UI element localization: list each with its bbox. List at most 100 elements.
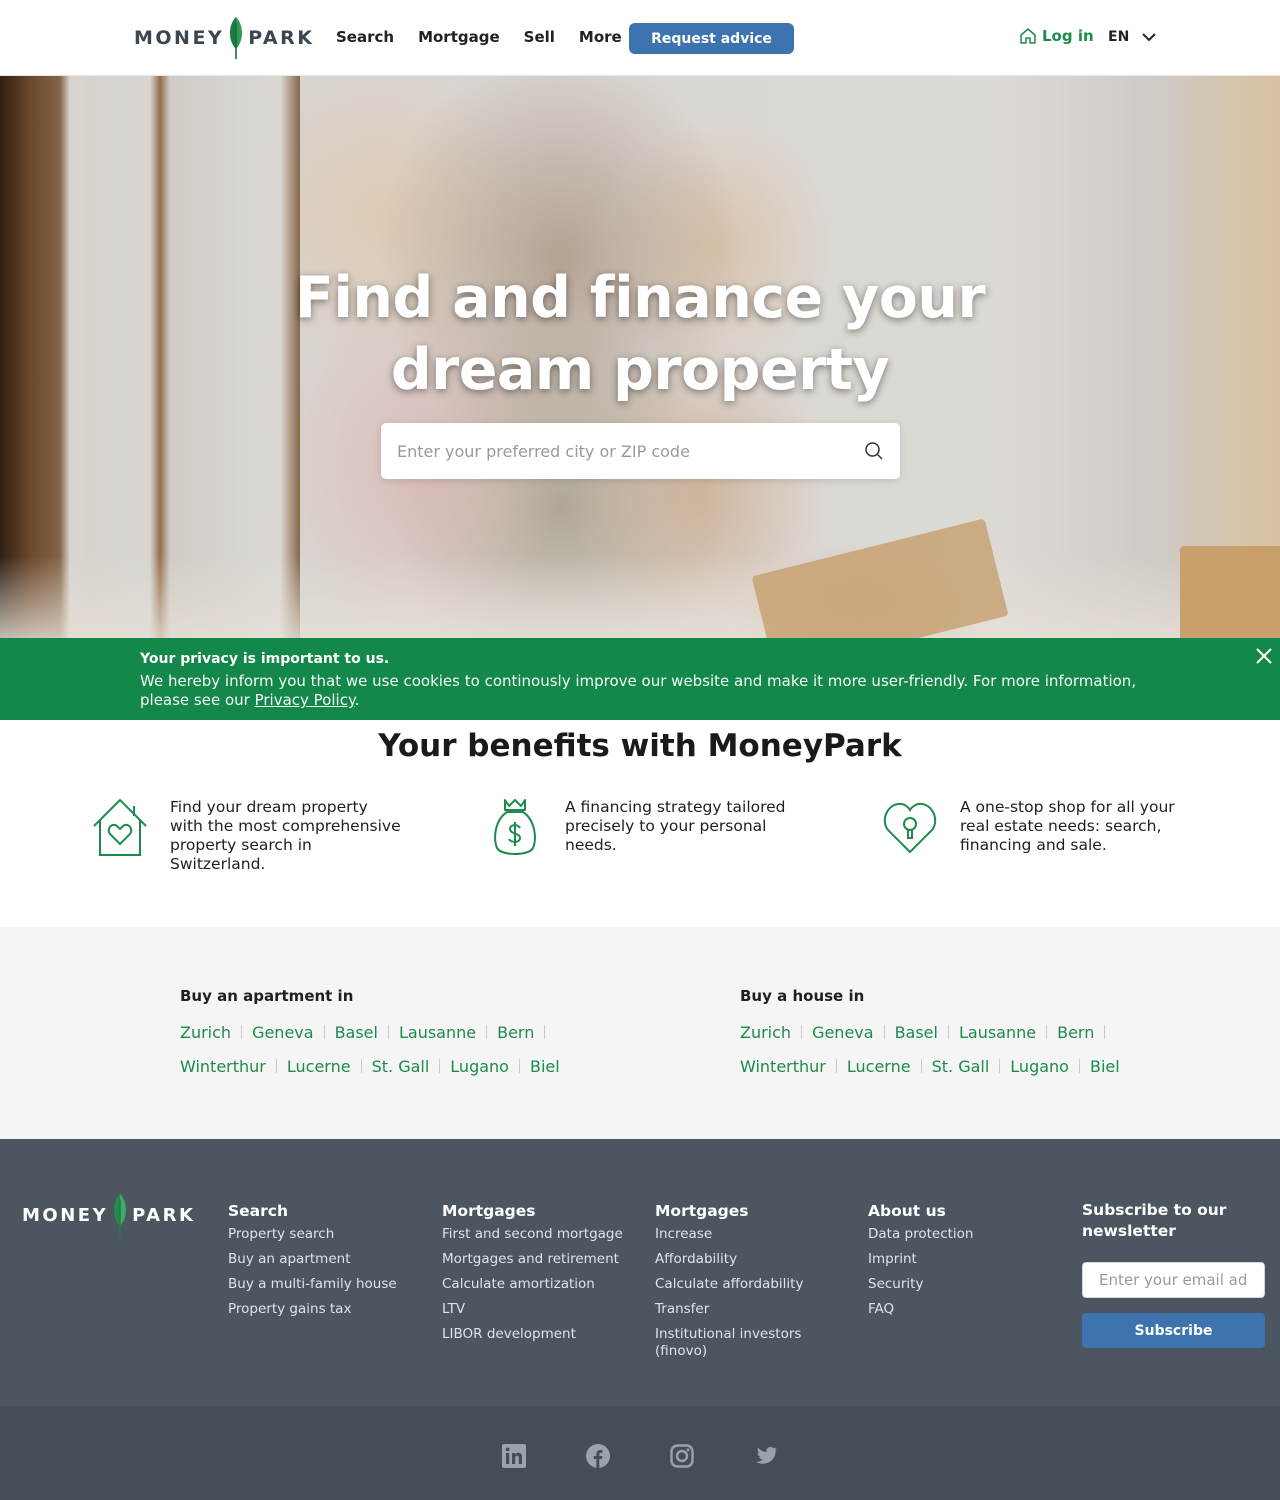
separator: [241, 1025, 243, 1039]
site-header: MONEY PARK Search Mortgage Sell More Req…: [0, 0, 1280, 76]
city-row: Winterthur Lucerne St. Gall Lugano Biel: [180, 1056, 560, 1076]
buy-apartment-column: Buy an apartment in Zurich Geneva Basel …: [180, 987, 560, 1090]
benefit-text: A financing strategy tailored precisely …: [565, 798, 786, 854]
city-link[interactable]: Lucerne: [287, 1057, 351, 1076]
city-link[interactable]: Bern: [1057, 1023, 1094, 1042]
city-link[interactable]: St. Gall: [932, 1057, 990, 1076]
city-link[interactable]: Lugano: [450, 1057, 509, 1076]
footer-link[interactable]: Buy a multi-family house: [228, 1276, 397, 1293]
hero-title-line2: dream property: [390, 337, 890, 403]
footer-logo[interactable]: MONEY PARK: [22, 1192, 195, 1238]
footer-link[interactable]: Calculate affordability: [655, 1276, 815, 1293]
benefit-item: A financing strategy tailored precisely …: [485, 798, 800, 858]
footer-link[interactable]: Imprint: [868, 1251, 974, 1268]
footer-column-title: Search: [228, 1202, 289, 1220]
city-link[interactable]: Winterthur: [180, 1057, 266, 1076]
footer-link[interactable]: Institutional investors (finovo): [655, 1326, 815, 1360]
nav-search[interactable]: Search: [336, 27, 394, 47]
city-link[interactable]: Winterthur: [740, 1057, 826, 1076]
city-link[interactable]: Bern: [497, 1023, 534, 1042]
cookie-end: .: [354, 691, 360, 709]
footer-link[interactable]: LTV: [442, 1301, 623, 1318]
city-link[interactable]: Lugano: [1010, 1057, 1069, 1076]
city-link[interactable]: Geneva: [252, 1023, 314, 1042]
language-label: EN: [1108, 29, 1130, 45]
buy-section: Buy an apartment in Zurich Geneva Basel …: [0, 927, 1280, 1139]
login-label: Log in: [1042, 27, 1094, 45]
facebook-icon[interactable]: [586, 1444, 610, 1468]
footer-column-title: Mortgages: [442, 1202, 536, 1220]
footer-link[interactable]: FAQ: [868, 1301, 974, 1318]
language-selector[interactable]: EN: [1108, 29, 1157, 45]
city-link[interactable]: Lausanne: [399, 1023, 476, 1042]
hero-section: Find and finance your dream property: [0, 76, 1280, 638]
cookie-text: We hereby inform you that we use cookies…: [140, 672, 1140, 710]
benefit-text: Find your dream property with the most c…: [170, 798, 401, 873]
request-advice-button[interactable]: Request advice: [629, 23, 794, 54]
separator: [544, 1025, 546, 1039]
search-button[interactable]: [848, 423, 900, 479]
separator: [439, 1059, 441, 1073]
separator: [947, 1025, 949, 1039]
instagram-icon[interactable]: [670, 1444, 694, 1468]
city-link[interactable]: Biel: [530, 1057, 560, 1076]
nav-mortgage[interactable]: Mortgage: [418, 27, 500, 47]
social-icons: [502, 1444, 778, 1468]
footer-link[interactable]: Increase: [655, 1226, 815, 1243]
separator: [1104, 1025, 1106, 1039]
footer-link[interactable]: Property gains tax: [228, 1301, 397, 1318]
hero-background-box-2: [1180, 546, 1280, 638]
footer-link[interactable]: Affordability: [655, 1251, 815, 1268]
city-link[interactable]: Basel: [335, 1023, 378, 1042]
twitter-icon[interactable]: [754, 1444, 778, 1468]
footer-link[interactable]: Buy an apartment: [228, 1251, 397, 1268]
footer-link[interactable]: Transfer: [655, 1301, 815, 1318]
city-link[interactable]: Zurich: [180, 1023, 231, 1042]
footer-link[interactable]: Data protection: [868, 1226, 974, 1243]
buy-apartment-title: Buy an apartment in: [180, 987, 354, 1005]
city-zip-input[interactable]: [381, 423, 848, 479]
nav-sell[interactable]: Sell: [524, 27, 555, 47]
city-link[interactable]: Lucerne: [847, 1057, 911, 1076]
separator: [883, 1025, 885, 1039]
newsletter-email-input[interactable]: [1082, 1262, 1265, 1298]
city-link[interactable]: Basel: [895, 1023, 938, 1042]
buy-house-title: Buy a house in: [740, 987, 865, 1005]
footer-link[interactable]: First and second mortgage: [442, 1226, 623, 1243]
separator: [387, 1025, 389, 1039]
leaf-icon: [114, 1194, 127, 1236]
city-row: Zurich Geneva Basel Lausanne Bern: [740, 1022, 1120, 1042]
footer-column-search: Search Property search Buy an apartment …: [228, 1202, 397, 1326]
separator: [801, 1025, 803, 1039]
city-link[interactable]: Lausanne: [959, 1023, 1036, 1042]
footer-link[interactable]: Property search: [228, 1226, 397, 1243]
nav-more[interactable]: More: [579, 27, 622, 47]
house-heart-icon: [93, 799, 147, 856]
login-link[interactable]: Log in: [1019, 27, 1094, 45]
separator: [323, 1025, 325, 1039]
separator: [920, 1059, 922, 1073]
linkedin-icon[interactable]: [502, 1444, 526, 1468]
separator: [486, 1025, 488, 1039]
footer-column-title: Mortgages: [655, 1202, 749, 1220]
privacy-policy-link[interactable]: Privacy Policy: [255, 691, 355, 709]
footer-link[interactable]: Mortgages and retirement: [442, 1251, 623, 1268]
benefit-item: A one-stop shop for all your real estate…: [880, 798, 1195, 858]
money-bag-icon: [494, 799, 536, 855]
city-link[interactable]: Biel: [1090, 1057, 1120, 1076]
moneypark-logo[interactable]: MONEY PARK: [134, 15, 314, 61]
subscribe-button[interactable]: Subscribe: [1082, 1313, 1265, 1348]
separator: [518, 1059, 520, 1073]
hero-background-floor: [0, 556, 1280, 638]
city-link[interactable]: Zurich: [740, 1023, 791, 1042]
newsletter-form: Subscribe to our newsletter Subscribe: [1082, 1200, 1265, 1348]
footer-link[interactable]: Calculate amortization: [442, 1276, 623, 1293]
city-link[interactable]: St. Gall: [372, 1057, 430, 1076]
footer-column-title: About us: [868, 1202, 946, 1220]
footer-link[interactable]: LIBOR development: [442, 1326, 623, 1343]
separator: [999, 1059, 1001, 1073]
cookie-close-button[interactable]: [1254, 646, 1274, 666]
buy-house-column: Buy a house in Zurich Geneva Basel Lausa…: [740, 987, 1120, 1090]
city-link[interactable]: Geneva: [812, 1023, 874, 1042]
footer-link[interactable]: Security: [868, 1276, 974, 1293]
